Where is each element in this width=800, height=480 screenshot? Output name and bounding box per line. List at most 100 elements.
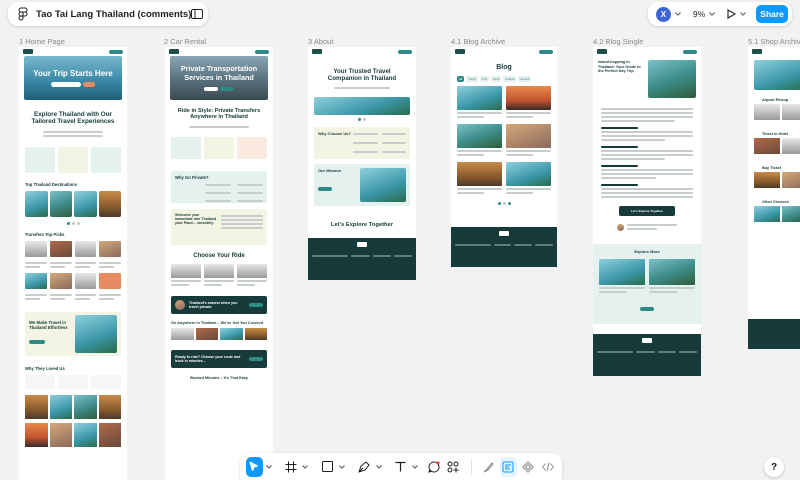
- frame-label-shop-archive[interactable]: 5.1 Shop Archive: [748, 37, 800, 46]
- move-tool-button[interactable]: [246, 456, 263, 477]
- blog-single-title: Island-hopping in Thailand: Your Guide t…: [598, 60, 641, 74]
- why-choose-block: Why Choose Us?: [314, 127, 410, 160]
- go-anywhere-title: Go Anywhere in Thailand – We've Got You …: [171, 320, 264, 325]
- site-nav: [19, 47, 127, 56]
- file-title[interactable]: Tao Tai Lang Thailand (comments): [36, 9, 191, 20]
- about-hero-title: Your Trusted Travel Companion in Thailan…: [327, 68, 397, 83]
- why-private-block: Why Go Private?: [171, 170, 267, 203]
- blog-tab[interactable]: All: [457, 76, 465, 83]
- frame-about[interactable]: Your Trusted Travel Companion in Thailan…: [308, 47, 416, 280]
- frame-label-blog-archive[interactable]: 4.1 Blog Archive: [451, 37, 505, 46]
- mission-block: Our Mission: [314, 164, 410, 207]
- about-footer: [308, 238, 416, 280]
- shape-tool-button[interactable]: [319, 457, 336, 477]
- chevron-down-icon[interactable]: [709, 12, 716, 16]
- draw-mode-button[interactable]: [480, 457, 497, 477]
- blog-single-cta-text: Let's Explore Together: [630, 209, 664, 213]
- car-intro-title: Ride in Style: Private Transfers Anywher…: [177, 108, 261, 121]
- diamond-icon: [522, 460, 534, 473]
- choose-ride-title: Choose Your Ride: [193, 252, 245, 259]
- welcome-block: Welcome your Immediate ride Thailand you…: [171, 208, 267, 245]
- car-banner-2-text: Ready to ride? Choose your route and boo…: [175, 354, 241, 363]
- shop-section-title: Buy Ticket: [762, 166, 782, 170]
- components-icon: [447, 461, 459, 473]
- play-icon[interactable]: [727, 9, 737, 19]
- blog-grid: [451, 82, 557, 200]
- panel-toggle-icon[interactable]: [191, 9, 204, 19]
- text-icon: [395, 461, 406, 472]
- zoom-level[interactable]: 9%: [693, 9, 705, 19]
- blog-tab[interactable]: Travel: [466, 76, 478, 83]
- user-avatar[interactable]: X: [656, 6, 671, 22]
- transfers-grid: [19, 239, 127, 304]
- frame-car-rental[interactable]: Private Transportation Services in Thail…: [165, 47, 273, 480]
- pen-icon: [358, 460, 370, 473]
- blog-tab[interactable]: Tips: [479, 76, 489, 83]
- chevron-down-icon[interactable]: [339, 464, 345, 469]
- help-button[interactable]: ?: [764, 457, 784, 477]
- frame-blog-archive[interactable]: Blog All Travel Tips Food Culture Guides: [451, 47, 557, 267]
- home-intro-title: Explore Thailand with Our Tailored Trave…: [31, 111, 115, 126]
- welcome-title: Welcome your Immediate ride Thailand you…: [175, 212, 217, 226]
- cars-row: [165, 263, 273, 288]
- frame-label-home[interactable]: 1 Home Page: [19, 37, 65, 46]
- why-choose-title: Why Choose Us?: [318, 131, 351, 137]
- code-icon: [541, 462, 554, 472]
- shop-section-title: Ticket to Hotel: [762, 132, 789, 136]
- car-hero-title: Private Transportation Services in Thail…: [180, 64, 258, 82]
- home-cta-block: We Make Travel in Thailand Effortless: [25, 312, 121, 357]
- blog-footer: [451, 227, 557, 267]
- destinations-title: Top Thailand Destinations: [25, 182, 78, 188]
- blog-tab[interactable]: Food: [490, 76, 502, 83]
- blog-single-footer: [593, 334, 701, 376]
- blog-single-cta[interactable]: Let's Explore Together: [619, 206, 675, 216]
- testimonials-title: Why They Loved Us: [25, 366, 65, 372]
- shop-section-title: Airport Pickup: [762, 98, 789, 102]
- design-mode-button[interactable]: [500, 456, 517, 477]
- blog-tab[interactable]: Guides: [518, 76, 532, 83]
- frame-label-about[interactable]: 3 About: [308, 37, 333, 46]
- cursor-icon: [249, 461, 259, 472]
- home-cta-title: We Make Travel in Thailand Effortless: [29, 320, 68, 331]
- recent-title: Booked Minutes – It's That Easy: [190, 375, 248, 380]
- comment-icon: [427, 460, 440, 473]
- explore-more-block: Explore More: [593, 244, 701, 324]
- design-mode-icon: [502, 461, 514, 473]
- frame-shop-archive[interactable]: Airport Pickup Ticket to Hotel Buy Ticke…: [748, 47, 800, 349]
- author-row: [593, 216, 701, 238]
- frame-tool-button[interactable]: [283, 457, 300, 477]
- file-header: Tao Tai Lang Thailand (comments): [8, 2, 208, 26]
- figma-menu-icon[interactable]: [18, 7, 28, 21]
- draw-icon: [483, 461, 495, 473]
- explore-together-title: Let's Explore Together: [330, 222, 394, 229]
- car-banner-2: Ready to ride? Choose your route and boo…: [171, 349, 267, 368]
- chevron-down-icon[interactable]: [740, 12, 747, 16]
- chevron-down-icon[interactable]: [375, 464, 382, 469]
- dev-mode-button[interactable]: [520, 457, 537, 477]
- text-tool-button[interactable]: [393, 457, 410, 477]
- share-button[interactable]: Share: [756, 5, 788, 23]
- home-hero-title: Your Trip Starts Here: [33, 69, 113, 78]
- chevron-down-icon[interactable]: [675, 12, 681, 16]
- code-mode-button[interactable]: [539, 457, 556, 477]
- frame-blog-single[interactable]: Island-hopping in Thailand: Your Guide t…: [593, 47, 701, 376]
- feature-cards: [19, 143, 127, 177]
- car-banner-1-text: Thailand's easiest when you travel priva…: [189, 300, 238, 309]
- car-banner-1: Thailand's easiest when you travel priva…: [171, 295, 267, 314]
- chevron-down-icon[interactable]: [265, 464, 272, 469]
- components-tool-button[interactable]: [445, 457, 462, 477]
- pen-tool-button[interactable]: [356, 457, 373, 477]
- comment-tool-button[interactable]: [425, 457, 442, 477]
- frame-label-blog-single[interactable]: 4.2 Blog Single: [593, 37, 643, 46]
- blog-title: Blog: [496, 64, 512, 71]
- blog-tab[interactable]: Culture: [503, 76, 517, 83]
- car-hero: Private Transportation Services in Thail…: [170, 56, 268, 100]
- transfers-title: Transfers Top Picks: [25, 232, 65, 238]
- frame-label-car-rental[interactable]: 2 Car Rental: [164, 37, 206, 46]
- chevron-down-icon[interactable]: [412, 464, 419, 469]
- why-private-title: Why Go Private?: [175, 174, 209, 180]
- frame-home-page[interactable]: Your Trip Starts Here Explore Thailand w…: [19, 47, 127, 480]
- chevron-down-icon[interactable]: [302, 464, 309, 469]
- hash-frame-icon: [285, 461, 297, 473]
- shop-section-title: Other Services: [762, 200, 789, 204]
